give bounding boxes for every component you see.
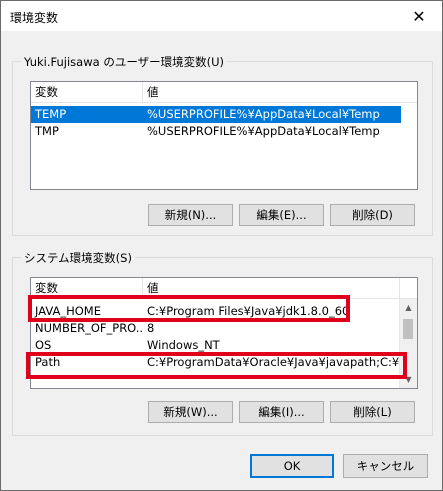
user-new-button[interactable]: 新規(N)... <box>148 204 233 226</box>
system-variable-value: 8 <box>147 321 155 335</box>
user-edit-button[interactable]: 編集(E)... <box>239 204 324 226</box>
user-list-header: 変数 値 <box>31 82 417 103</box>
user-variable-row-tmp[interactable]: TMP %USERPROFILE%¥AppData¥Local¥Temp <box>31 123 401 140</box>
user-column-variable[interactable]: 変数 <box>31 82 143 102</box>
user-variable-name: TMP <box>35 124 59 138</box>
system-column-value[interactable]: 値 <box>143 278 400 298</box>
title-bar: 環境変数 ✕ <box>1 1 442 31</box>
system-variable-value: C:¥ProgramData¥Oracle¥Java¥javapath;C:¥P… <box>147 355 400 369</box>
system-edit-button[interactable]: 編集(I)... <box>239 401 324 423</box>
user-delete-button[interactable]: 削除(D) <box>330 204 415 226</box>
system-variables-group: システム環境変数(S) 変数 値 JAVA_HOME C:¥Program Fi… <box>12 250 433 436</box>
user-variable-value: %USERPROFILE%¥AppData¥Local¥Temp <box>147 124 380 138</box>
system-variable-name: OS <box>35 338 52 352</box>
user-variable-name: TEMP <box>35 107 67 121</box>
system-list-scrollbar[interactable]: ▲ ▼ <box>399 299 417 388</box>
system-variable-name: JAVA_HOME <box>35 304 101 318</box>
scroll-up-arrow-icon[interactable]: ▲ <box>400 299 417 316</box>
close-button[interactable]: ✕ <box>396 1 442 31</box>
user-variable-row-temp[interactable]: TEMP %USERPROFILE%¥AppData¥Local¥Temp <box>31 106 401 123</box>
system-new-button[interactable]: 新規(W)... <box>148 401 233 423</box>
system-column-variable[interactable]: 変数 <box>31 278 143 298</box>
user-column-value[interactable]: 値 <box>143 82 417 102</box>
system-variable-value: C:¥Program Files¥Java¥jdk1.8.0_60 <box>147 304 350 318</box>
system-variable-name: Path <box>35 355 61 369</box>
system-variables-list[interactable]: 変数 値 JAVA_HOME C:¥Program Files¥Java¥jdk… <box>30 277 418 389</box>
scroll-thumb[interactable] <box>403 319 413 339</box>
system-variables-label: システム環境変数(S) <box>21 250 135 266</box>
close-icon: ✕ <box>412 6 426 26</box>
user-variable-value: %USERPROFILE%¥AppData¥Local¥Temp <box>147 107 380 121</box>
system-variable-row-path[interactable]: Path C:¥ProgramData¥Oracle¥Java¥javapath… <box>31 354 400 371</box>
scroll-down-arrow-icon[interactable]: ▼ <box>400 371 417 388</box>
system-variable-row-number-of-processors[interactable]: NUMBER_OF_PRO... 8 <box>31 320 400 337</box>
ok-button[interactable]: OK <box>250 454 334 478</box>
system-list-header: 変数 値 <box>31 278 417 299</box>
window-title: 環境変数 <box>10 11 59 25</box>
user-variables-list[interactable]: 変数 値 TEMP %USERPROFILE%¥AppData¥Local¥Te… <box>30 81 418 190</box>
environment-variables-dialog: 環境変数 ✕ Yuki.Fujisawa のユーザー環境変数(U) 変数 値 T… <box>0 0 443 491</box>
system-variable-value: Windows_NT <box>147 338 220 352</box>
user-variables-group: Yuki.Fujisawa のユーザー環境変数(U) 変数 値 TEMP %US… <box>12 54 433 236</box>
system-variable-row-os[interactable]: OS Windows_NT <box>31 337 400 354</box>
system-variable-row-java-home[interactable]: JAVA_HOME C:¥Program Files¥Java¥jdk1.8.0… <box>31 303 400 320</box>
user-variables-label: Yuki.Fujisawa のユーザー環境変数(U) <box>21 54 227 70</box>
system-delete-button[interactable]: 削除(L) <box>330 401 415 423</box>
cancel-button[interactable]: キャンセル <box>343 454 428 478</box>
system-variable-name: NUMBER_OF_PRO... <box>35 321 143 335</box>
